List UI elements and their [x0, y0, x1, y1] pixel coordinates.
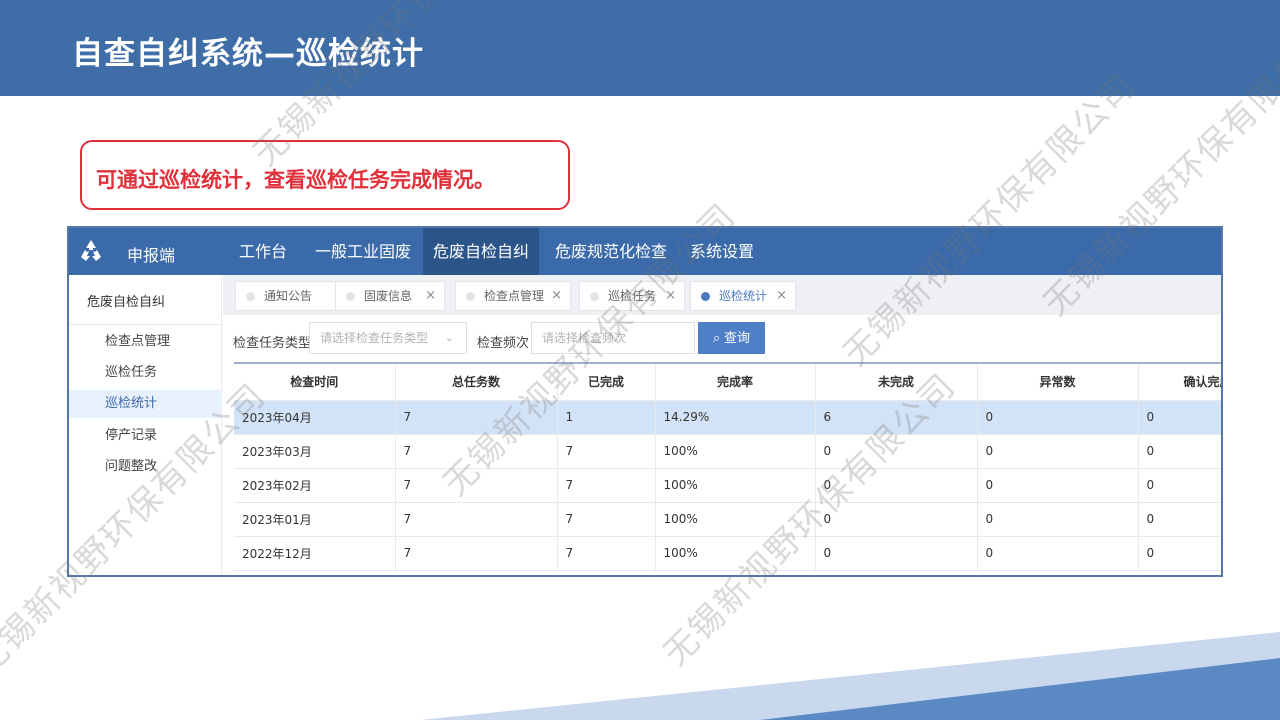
- table-cell: 0: [1138, 468, 1221, 503]
- tab-label: 固废信息: [364, 289, 413, 303]
- tab-dot: [346, 292, 355, 301]
- query-button[interactable]: ⌕ 查询: [698, 322, 765, 354]
- sidebar-item-shutdown-records[interactable]: 停产记录: [69, 422, 222, 450]
- tab-dot: [466, 292, 475, 301]
- column-header-rate[interactable]: 完成率: [655, 362, 816, 401]
- close-icon[interactable]: ×: [776, 282, 787, 310]
- task-type-select[interactable]: 请选择检查任务类型 ⌄: [309, 322, 467, 354]
- table-cell: 0: [977, 468, 1139, 503]
- table-row[interactable]: 2023年01月 7 7 100% 0 0 0: [234, 502, 1221, 537]
- table-cell: 0: [815, 502, 978, 537]
- table-cell: 2023年01月: [234, 502, 396, 537]
- tab-label: 检查点管理: [484, 289, 545, 303]
- table-cell: 0: [977, 400, 1139, 435]
- table-cell: 7: [395, 536, 558, 571]
- table-cell: 2023年02月: [234, 468, 396, 503]
- table-cell: 100%: [655, 502, 816, 537]
- close-icon[interactable]: ×: [665, 282, 676, 310]
- sidebar-title: 危废自检自纠: [87, 295, 166, 310]
- close-icon[interactable]: ×: [425, 282, 436, 310]
- table-cell: 2023年03月: [234, 434, 396, 469]
- table-cell: 7: [395, 502, 558, 537]
- slide: 自查自纠系统—巡检统计 可通过巡检统计，查看巡检任务完成情况。 申报端 工作台 …: [0, 0, 1280, 720]
- callout-text: 可通过巡检统计，查看巡检任务完成情况。: [96, 168, 495, 192]
- table-cell: 6: [815, 400, 978, 435]
- table-cell: 7: [557, 468, 656, 503]
- frequency-label: 检查频次: [477, 336, 530, 351]
- sidebar-item-checkpoints[interactable]: 检查点管理: [69, 328, 222, 356]
- table-header-row: 检查时间 总任务数 已完成 完成率 未完成 异常数 确认完成: [234, 362, 1221, 401]
- table-cell: 0: [977, 502, 1139, 537]
- tab-label: 通知公告: [264, 289, 313, 303]
- tab-dot: [246, 292, 255, 301]
- table-cell: 14.29%: [655, 400, 816, 435]
- nav-item-hazardous-self-check[interactable]: 危废自检自纠: [423, 228, 540, 275]
- table-cell: 0: [977, 434, 1139, 469]
- table-cell: 0: [815, 536, 978, 571]
- tab-patrol-stats[interactable]: 巡检统计 ×: [690, 281, 796, 311]
- table-row[interactable]: 2023年02月 7 7 100% 0 0 0: [234, 468, 1221, 503]
- table-cell: 2022年12月: [234, 536, 396, 571]
- table-cell: 0: [1138, 434, 1221, 469]
- nav-item-workbench[interactable]: 工作台: [229, 228, 297, 275]
- stats-table: 检查时间 总任务数 已完成 完成率 未完成 异常数 确认完成 2023年04月 …: [234, 362, 1221, 571]
- table-cell: 0: [1138, 502, 1221, 537]
- tab-dot: [701, 292, 710, 301]
- slide-title: 自查自纠系统—巡检统计: [72, 36, 424, 72]
- search-icon: ⌕: [713, 330, 721, 345]
- sidebar: 危废自检自纠 检查点管理 巡检任务 巡检统计 停产记录 问题整改: [69, 275, 222, 575]
- column-header-completed[interactable]: 已完成: [557, 362, 656, 401]
- column-header-confirmed[interactable]: 确认完成: [1138, 362, 1221, 401]
- tab-label: 巡检统计: [719, 289, 768, 303]
- table-row[interactable]: 2023年03月 7 7 100% 0 0 0: [234, 434, 1221, 469]
- frequency-placeholder: 请选择检查频次: [542, 331, 627, 345]
- recycle-icon: [81, 240, 101, 261]
- query-button-label: 查询: [723, 330, 750, 345]
- tab-checkpoints[interactable]: 检查点管理 ×: [455, 281, 571, 311]
- nav-item-system-settings[interactable]: 系统设置: [680, 228, 764, 275]
- sidebar-item-issue-rectification[interactable]: 问题整改: [69, 453, 222, 481]
- close-icon[interactable]: ×: [551, 282, 562, 310]
- nav-item-hazardous-inspection[interactable]: 危废规范化检查: [545, 228, 677, 275]
- table-cell: 100%: [655, 536, 816, 571]
- top-navbar: 申报端 工作台 一般工业固废 危废自检自纠 危废规范化检查 系统设置: [69, 228, 1221, 275]
- task-type-placeholder: 请选择检查任务类型: [320, 331, 429, 345]
- tab-waste-info[interactable]: 固废信息 ×: [335, 281, 445, 311]
- table-cell: 0: [977, 536, 1139, 571]
- column-header-time[interactable]: 检查时间: [234, 362, 396, 401]
- table-cell: 0: [1138, 536, 1221, 571]
- frequency-select[interactable]: 请选择检查频次: [531, 322, 695, 354]
- table-cell: 0: [815, 434, 978, 469]
- callout-box: 可通过巡检统计，查看巡检任务完成情况。: [80, 140, 570, 210]
- chevron-down-icon: ⌄: [444, 331, 454, 344]
- tab-bar: 通知公告 × 固废信息 × 检查点管理 × 巡检任务 × 巡检统计 ×: [223, 275, 1221, 315]
- table-cell: 7: [395, 400, 558, 435]
- column-header-abnormal[interactable]: 异常数: [977, 362, 1139, 401]
- task-type-label: 检查任务类型: [233, 336, 312, 351]
- table-row[interactable]: 2022年12月 7 7 100% 0 0 0: [234, 536, 1221, 571]
- table-cell: 0: [815, 468, 978, 503]
- table-cell: 7: [557, 434, 656, 469]
- sidebar-divider: [69, 324, 222, 325]
- table-cell: 2023年04月: [234, 400, 396, 435]
- table-cell: 7: [395, 434, 558, 469]
- table-cell: 100%: [655, 434, 816, 469]
- column-header-incomplete[interactable]: 未完成: [815, 362, 978, 401]
- column-header-total[interactable]: 总任务数: [395, 362, 558, 401]
- table-row[interactable]: 2023年04月 7 1 14.29% 6 0 0: [234, 400, 1221, 435]
- app-window: 申报端 工作台 一般工业固废 危废自检自纠 危废规范化检查 系统设置 危废自检自…: [67, 226, 1223, 577]
- table-cell: 7: [557, 502, 656, 537]
- table-cell: 100%: [655, 468, 816, 503]
- table-cell: 7: [557, 536, 656, 571]
- brand-name: 申报端: [127, 246, 176, 265]
- tab-dot: [590, 292, 599, 301]
- nav-item-general-waste[interactable]: 一般工业固废: [305, 228, 421, 275]
- tab-label: 巡检任务: [608, 289, 657, 303]
- tab-patrol-tasks[interactable]: 巡检任务 ×: [579, 281, 685, 311]
- sidebar-item-patrol-tasks[interactable]: 巡检任务: [69, 359, 222, 387]
- sidebar-item-patrol-stats[interactable]: 巡检统计: [69, 390, 222, 418]
- table-cell: 7: [395, 468, 558, 503]
- table-cell: 0: [1138, 400, 1221, 435]
- table-cell: 1: [557, 400, 656, 435]
